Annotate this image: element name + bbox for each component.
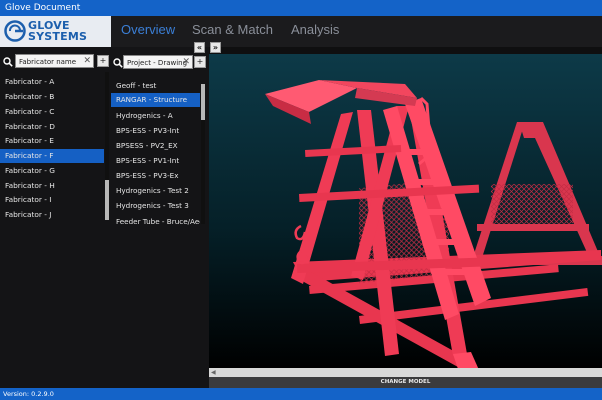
search-icon	[3, 57, 13, 67]
list-item-fabricator[interactable]: Fabricator - H	[0, 179, 104, 193]
list-item-project[interactable]: BPS-ESS - PV1-Int	[111, 154, 200, 168]
viewport-horizontal-scrollbar[interactable]: ◀	[209, 368, 602, 377]
add-fabricator-button[interactable]: +	[97, 55, 109, 67]
list-item-project[interactable]: Hydrogenics - Test 3	[111, 199, 200, 213]
collapse-panel-button[interactable]: «	[194, 42, 205, 53]
version-text: Version: 0.2.9.0	[3, 390, 54, 398]
list-item-fabricator[interactable]: Fabricator - E	[0, 134, 104, 148]
tab-analysis[interactable]: Analysis	[291, 22, 339, 37]
close-icon[interactable]: ✕	[182, 56, 190, 69]
tab-overview[interactable]: Overview	[121, 22, 175, 37]
logo-mark-icon	[4, 20, 26, 42]
list-item-fabricator[interactable]: Fabricator - D	[0, 120, 104, 134]
list-item-project[interactable]: Geoff - test	[111, 79, 200, 93]
list-item-project[interactable]: BPSESS - PV2_EX	[111, 139, 200, 153]
fabricator-search-input[interactable]: Fabricator name ✕	[15, 54, 94, 68]
status-bar: Version: 0.2.9.0	[0, 388, 602, 400]
search-icon	[113, 58, 123, 68]
chevron-double-left-icon: «	[196, 43, 203, 52]
scrollbar-thumb[interactable]	[201, 84, 205, 120]
list-item-fabricator[interactable]: Fabricator - I	[0, 193, 104, 207]
list-item-fabricator[interactable]: Fabricator - J	[0, 208, 104, 222]
list-item-fabricator[interactable]: Fabricator - C	[0, 105, 104, 119]
list-item-project[interactable]: Hydrogenics - A	[111, 109, 200, 123]
plus-icon: +	[99, 56, 107, 65]
close-icon[interactable]: ✕	[83, 55, 91, 68]
model-viewport[interactable]	[209, 54, 602, 368]
window-title-bar: Glove Document	[0, 0, 602, 16]
list-item-fabricator[interactable]: Fabricator - A	[0, 75, 104, 89]
chevron-double-right-icon: »	[212, 43, 219, 52]
logo-text-line2: SYSTEMS	[28, 30, 88, 43]
glove-systems-logo: GLOVE SYSTEMS	[0, 16, 111, 47]
scroll-left-arrow-icon[interactable]: ◀	[211, 369, 216, 376]
scrollbar-thumb[interactable]	[105, 180, 109, 220]
list-item-project[interactable]: Feeder Tube - Bruce/Aecon	[111, 215, 200, 229]
window-title: Glove Document	[5, 3, 81, 13]
plus-icon: +	[196, 57, 204, 66]
list-item-project-selected[interactable]: RANGAR - Structure	[111, 93, 200, 107]
fabricator-list-scrollbar[interactable]	[105, 72, 109, 220]
project-search-input[interactable]: Project - Drawing ✕	[123, 55, 193, 69]
list-item-fabricator-selected[interactable]: Fabricator - F	[0, 149, 104, 163]
project-list-scrollbar[interactable]	[201, 84, 205, 224]
change-model-button[interactable]: CHANGE MODEL	[209, 377, 602, 388]
tab-scan-match[interactable]: Scan & Match	[192, 22, 273, 37]
list-item-fabricator[interactable]: Fabricator - B	[0, 90, 104, 104]
logo-wordmark: GLOVE SYSTEMS	[28, 20, 87, 42]
project-search-value: Project - Drawing	[127, 59, 188, 67]
expand-panel-button[interactable]: »	[210, 42, 221, 53]
add-project-button[interactable]: +	[194, 56, 206, 68]
list-item-project[interactable]: BPS-ESS - PV3-Ex	[111, 169, 200, 183]
fabricator-search-value: Fabricator name	[19, 58, 77, 66]
list-item-project[interactable]: BPS-ESS - PV3-Int	[111, 124, 200, 138]
list-item-project[interactable]: Hydrogenics - Test 2	[111, 184, 200, 198]
list-item-fabricator[interactable]: Fabricator - G	[0, 164, 104, 178]
